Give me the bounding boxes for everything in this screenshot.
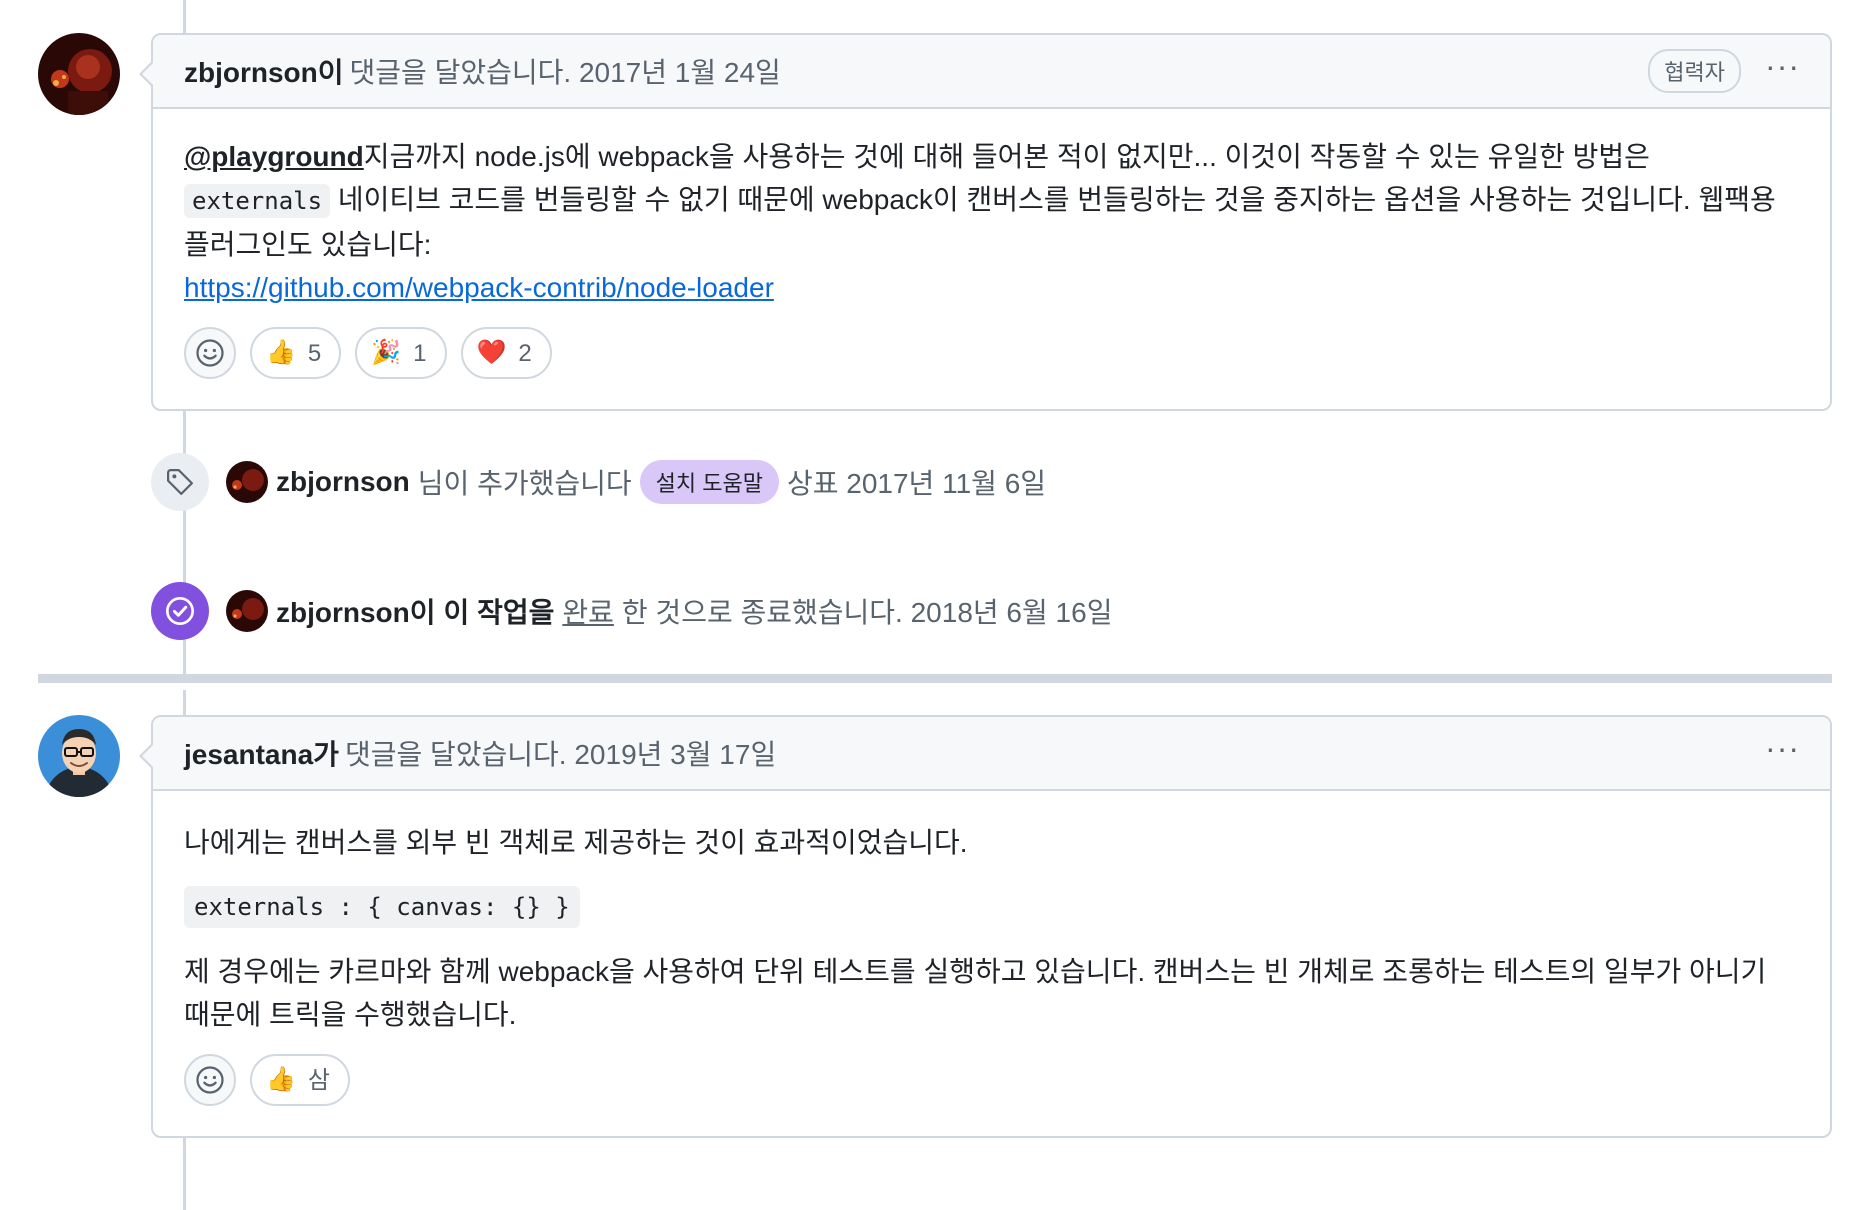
comment-pointer — [139, 743, 153, 769]
reaction-heart[interactable]: ❤️ 2 — [460, 327, 552, 379]
event-action: 이 작업을 — [443, 597, 555, 628]
label-install-help[interactable]: 설치 도움말 — [639, 460, 779, 504]
heart-icon: ❤️ — [476, 339, 507, 366]
event-timestamp[interactable]: 한 것으로 종료했습니다. 2018년 6월 16일 — [622, 591, 1113, 631]
comment-timestamp[interactable]: 댓글을 달았습니다. 2017년 1월 24일 — [350, 51, 781, 91]
smiley-icon — [196, 339, 224, 367]
event-actor[interactable]: zbjornson — [276, 466, 410, 498]
reaction-hooray[interactable]: 🎉 1 — [355, 327, 447, 379]
avatar-zbjornson-small[interactable] — [226, 461, 268, 503]
avatar-zbjornson-small[interactable] — [226, 590, 268, 632]
thumbs-up-icon: 👍 — [266, 339, 296, 366]
reactions-bar: 👍 5 🎉 1 ❤️ 2 — [184, 327, 1799, 379]
comment-text: 네이티브 코드를 번들링할 수 없기 때문에 webpack이 캔버스를 번들링… — [184, 184, 1776, 260]
collaborator-badge: 협력자 — [1648, 49, 1742, 93]
comment-text: 지금까지 node.js에 webpack을 사용하는 것에 대해 들어본 적이… — [363, 141, 1650, 172]
tag-icon — [167, 469, 193, 495]
comment-pointer — [139, 61, 153, 87]
closed-state-link[interactable]: 완료 — [562, 591, 614, 631]
comment-card: jesantana가 댓글을 달았습니다. 2019년 3월 17일 ··· 나… — [139, 715, 1832, 1138]
reaction-count: 삼 — [307, 1066, 330, 1094]
timeline-event-closed: zbjornson이 이 작업을 완료 한 것으로 종료했습니다. 2018년 … — [151, 582, 1112, 640]
party-popper-icon: 🎉 — [371, 339, 402, 366]
avatar-jesantana[interactable] — [38, 715, 120, 797]
comment-timestamp[interactable]: 댓글을 달았습니다. 2019년 3월 17일 — [345, 733, 776, 773]
reaction-count: 1 — [413, 339, 427, 367]
comment-body: 나에게는 캔버스를 외부 빈 객체로 제공하는 것이 효과적이었습니다. ext… — [153, 791, 1830, 1136]
reaction-thumbs-up[interactable]: 👍 삼 — [250, 1054, 350, 1106]
more-options-icon[interactable]: ··· — [1765, 50, 1800, 92]
comment-paragraph: 제 경우에는 카르마와 함께 webpack을 사용하여 단위 테스트를 실행하… — [184, 956, 1767, 1030]
comment-body: @playground지금까지 node.js에 webpack을 사용하는 것… — [153, 109, 1830, 409]
avatar-zbjornson[interactable] — [38, 33, 120, 115]
comment-header: zbjornson이 댓글을 달았습니다. 2017년 1월 24일 협력자 ·… — [153, 35, 1830, 109]
check-circle-icon — [166, 597, 194, 625]
reaction-count: 2 — [518, 339, 532, 367]
comment-author[interactable]: jesantana가 — [184, 733, 339, 773]
comment-paragraph: @playground지금까지 node.js에 webpack을 사용하는 것… — [184, 135, 1799, 309]
timeline-break — [38, 674, 1832, 683]
event-timestamp[interactable]: 상표 2017년 11월 6일 — [787, 462, 1046, 502]
comment-paragraph: 나에게는 캔버스를 외부 빈 객체로 제공하는 것이 효과적이었습니다. — [184, 827, 968, 858]
inline-code: externals — [184, 184, 331, 218]
comment-author[interactable]: zbjornson이 — [184, 51, 344, 91]
smiley-icon — [196, 1066, 224, 1094]
code-snippet: externals : { canvas: {} } — [184, 886, 580, 928]
comment-card: zbjornson이 댓글을 달았습니다. 2017년 1월 24일 협력자 ·… — [139, 33, 1832, 411]
event-badge — [151, 582, 209, 640]
event-actor[interactable]: zbjornson이 — [276, 591, 436, 631]
add-reaction-button[interactable] — [184, 1054, 236, 1106]
event-badge — [151, 453, 209, 511]
reaction-thumbs-up[interactable]: 👍 5 — [250, 327, 342, 379]
thumbs-up-icon: 👍 — [266, 1066, 296, 1093]
user-mention[interactable]: @playground — [184, 141, 364, 172]
comment-header: jesantana가 댓글을 달았습니다. 2019년 3월 17일 ··· — [153, 717, 1830, 791]
timeline-event-labeled: zbjornson 님이 추가했습니다 설치 도움말 상표 2017년 11월 … — [151, 453, 1046, 511]
reactions-bar: 👍 삼 — [184, 1054, 1799, 1106]
reaction-count: 5 — [307, 339, 322, 367]
add-reaction-button[interactable] — [184, 327, 236, 379]
more-options-icon[interactable]: ··· — [1765, 732, 1800, 774]
event-action: 님이 추가했습니다 — [417, 468, 632, 499]
node-loader-link[interactable]: https://github.com/webpack-contrib/node-… — [184, 272, 774, 303]
